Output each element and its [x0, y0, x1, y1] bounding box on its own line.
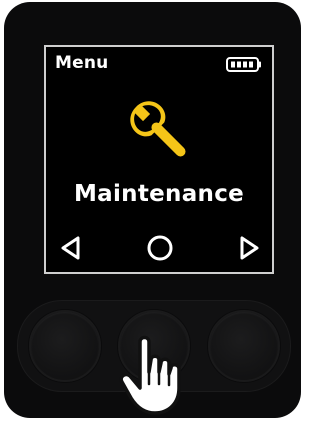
- left-hardware-button[interactable]: [29, 310, 101, 382]
- screen-title: Menu: [55, 53, 109, 73]
- battery-full-icon: [226, 57, 261, 72]
- pointing-hand-icon: [119, 335, 181, 415]
- triangle-left-icon[interactable]: [56, 233, 86, 263]
- circle-icon[interactable]: [145, 233, 175, 263]
- triangle-right-icon[interactable]: [234, 233, 264, 263]
- wrench-icon: [130, 101, 186, 157]
- menu-item-label: Maintenance: [73, 181, 245, 207]
- device-screen: Menu Maintenance: [44, 45, 274, 274]
- right-hardware-button[interactable]: [208, 310, 280, 382]
